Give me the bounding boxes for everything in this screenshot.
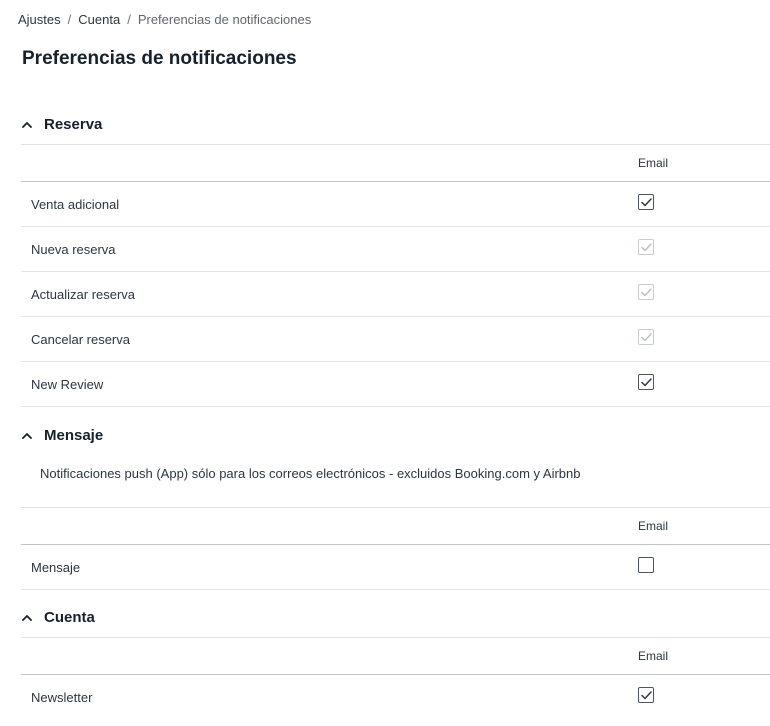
row-label: Cancelar reserva (31, 332, 130, 347)
section-toggle-cuenta[interactable]: Cuenta (20, 609, 95, 626)
check-icon (640, 287, 652, 296)
row-label: Newsletter (31, 690, 93, 705)
row-label: Venta adicional (31, 197, 120, 212)
table-row: Cancelar reserva (21, 317, 770, 362)
mensaje-table: Email Mensaje (21, 507, 770, 590)
mensaje-rows: Mensaje (21, 545, 770, 590)
section-title-mensaje: Mensaje (44, 427, 104, 444)
row-label: New Review (31, 377, 104, 392)
breadcrumb-current: Preferencias de notificaciones (137, 12, 312, 27)
table-header: Email (21, 507, 770, 545)
table-row: Actualizar reserva (21, 272, 770, 317)
check-icon (640, 690, 652, 699)
chevron-up-icon (20, 429, 34, 443)
table-header: Email (21, 144, 770, 182)
check-icon (640, 242, 652, 251)
reserva-rows: Venta adicional Nueva reserva Actualizar r… (21, 182, 770, 407)
cuenta-rows: Newsletter (21, 675, 770, 720)
table-row: Venta adicional (21, 182, 770, 227)
reserva-table: Email Venta adicional Nueva reserva Actual… (21, 144, 770, 407)
cuenta-table: Email Newsletter (21, 637, 770, 720)
mensaje-note: Notificaciones push (App) sólo para los … (40, 466, 581, 481)
check-icon (640, 332, 652, 341)
chevron-up-icon (20, 118, 34, 132)
column-header-email: Email (638, 519, 669, 533)
section-title-cuenta: Cuenta (44, 609, 95, 626)
row-label: Actualizar reserva (31, 287, 136, 302)
check-icon (640, 377, 652, 386)
table-row: New Review (21, 362, 770, 407)
table-header: Email (21, 637, 770, 675)
page-title: Preferencias de notificaciones (22, 48, 297, 69)
row-label: Nueva reserva (31, 242, 116, 257)
chevron-up-icon (20, 611, 34, 625)
email-checkbox[interactable] (638, 374, 654, 390)
column-header-email: Email (638, 649, 669, 663)
email-checkbox (638, 284, 654, 300)
breadcrumb: Ajustes / Cuenta / Preferencias de notif… (18, 12, 311, 27)
section-toggle-reserva[interactable]: Reserva (20, 116, 102, 133)
breadcrumb-separator: / (67, 12, 72, 27)
breadcrumb-cuenta[interactable]: Cuenta (78, 12, 120, 27)
column-header-email: Email (638, 156, 669, 170)
email-checkbox[interactable] (638, 557, 654, 573)
table-row: Nueva reserva (21, 227, 770, 272)
section-title-reserva: Reserva (44, 116, 103, 133)
row-label: Mensaje (31, 560, 81, 575)
email-checkbox[interactable] (638, 687, 654, 703)
email-checkbox (638, 329, 654, 345)
breadcrumb-separator: / (127, 12, 131, 27)
email-checkbox[interactable] (638, 194, 654, 210)
table-row: Newsletter (21, 675, 770, 720)
table-row: Mensaje (21, 545, 770, 590)
section-toggle-mensaje[interactable]: Mensaje (20, 427, 103, 444)
email-checkbox (638, 239, 654, 255)
breadcrumb-ajustes[interactable]: Ajustes (18, 12, 61, 27)
check-icon (640, 197, 652, 206)
